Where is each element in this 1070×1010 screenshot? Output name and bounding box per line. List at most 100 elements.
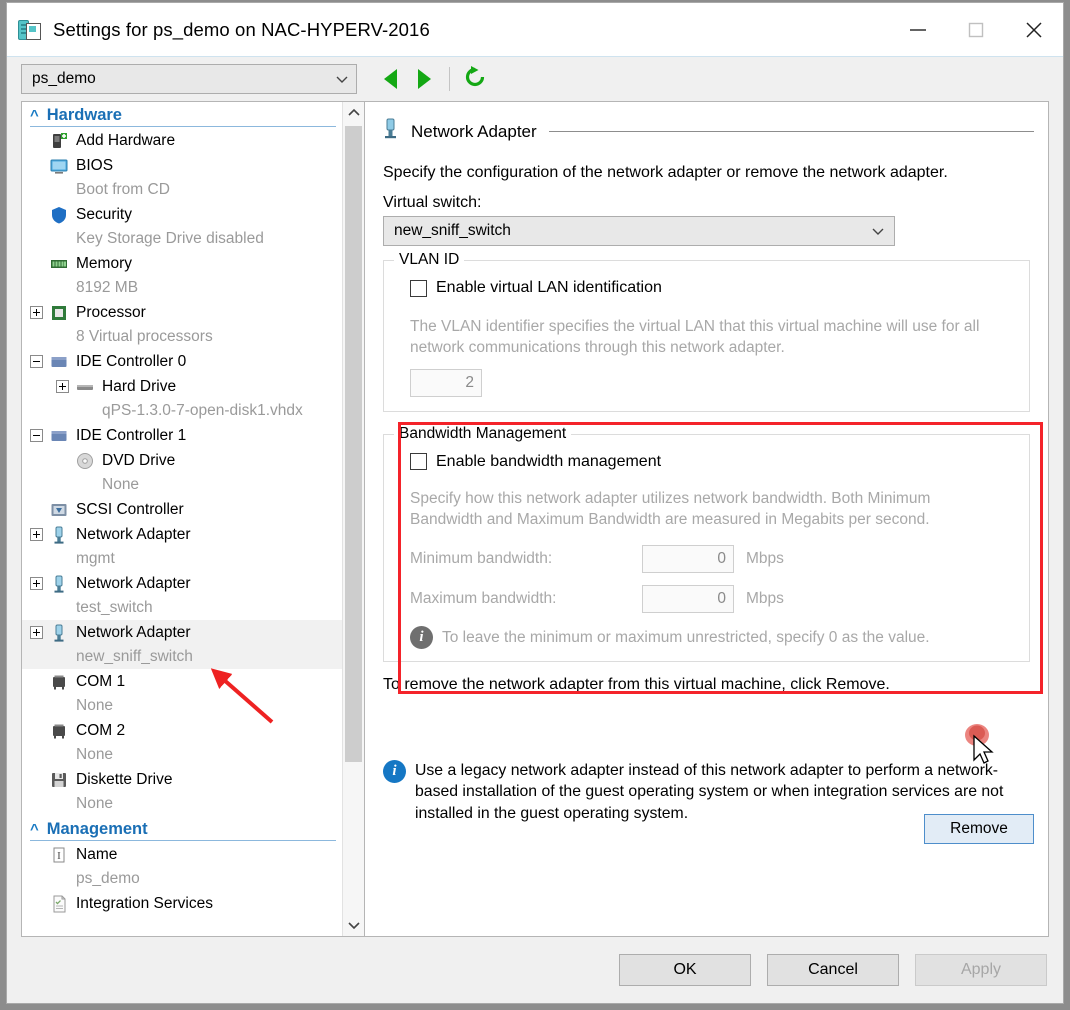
scrollbar-thumb[interactable] bbox=[345, 126, 362, 762]
tree-item-sublabel-row[interactable]: test_switch bbox=[22, 596, 342, 620]
tree-item-sublabel-row[interactable]: ps_demo bbox=[22, 867, 342, 891]
network-adapter-icon bbox=[379, 117, 401, 146]
expand-icon[interactable] bbox=[30, 528, 43, 541]
tree-item-add-hardware[interactable]: Add Hardware bbox=[22, 128, 342, 153]
vlan-id-input[interactable]: 2 bbox=[410, 369, 482, 397]
collapse-icon[interactable] bbox=[30, 355, 43, 368]
expand-icon[interactable] bbox=[30, 577, 43, 590]
tree-item-dvd-drive[interactable]: DVD Drive bbox=[22, 448, 342, 473]
toolbar-separator bbox=[449, 67, 450, 91]
titlebar-divider bbox=[7, 56, 1063, 57]
tree-item-name[interactable]: IName bbox=[22, 842, 342, 867]
tree-item-bios[interactable]: BIOS bbox=[22, 153, 342, 178]
close-button[interactable] bbox=[1005, 3, 1063, 57]
tree-item-sublabel: 8192 MB bbox=[76, 279, 138, 297]
minimum-bandwidth-value: 0 bbox=[717, 550, 726, 568]
vm-settings-icon bbox=[17, 17, 43, 43]
tree-item-memory[interactable]: Memory bbox=[22, 251, 342, 276]
tree-item-processor[interactable]: Processor bbox=[22, 300, 342, 325]
network-adapter-icon bbox=[49, 574, 69, 594]
tree-item-label: DVD Drive bbox=[102, 452, 175, 470]
remove-note: To remove the network adapter from this … bbox=[383, 676, 1034, 694]
pane-title: Network Adapter bbox=[411, 122, 537, 142]
enable-vlan-row[interactable]: Enable virtual LAN identification bbox=[410, 279, 1017, 297]
ok-button[interactable]: OK bbox=[619, 954, 751, 986]
hardware-tree[interactable]: ^Hardware Add Hardware BIOSBoot from CD Sec… bbox=[22, 102, 342, 936]
tree-item-sublabel-row[interactable]: None bbox=[22, 743, 342, 767]
cancel-button[interactable]: Cancel bbox=[767, 954, 899, 986]
tree-section-management[interactable]: ^Management bbox=[22, 816, 342, 842]
tree-item-label: Memory bbox=[76, 255, 132, 273]
tree-item-sublabel-row[interactable]: None bbox=[22, 473, 342, 497]
tree-item-sublabel: Key Storage Drive disabled bbox=[76, 230, 264, 248]
vlan-id-value: 2 bbox=[465, 374, 474, 392]
refresh-button[interactable] bbox=[458, 63, 492, 95]
tree-item-com-1[interactable]: COM 1 bbox=[22, 669, 342, 694]
tree-item-sublabel-row[interactable]: None bbox=[22, 694, 342, 718]
dialog-footer: OK Cancel Apply bbox=[7, 937, 1063, 1003]
maximum-bandwidth-value: 0 bbox=[717, 590, 726, 608]
tree-item-label: Add Hardware bbox=[76, 132, 175, 150]
scroll-down-button[interactable] bbox=[343, 914, 364, 936]
tree-item-label: Security bbox=[76, 206, 132, 224]
minimum-bandwidth-input[interactable]: 0 bbox=[642, 545, 734, 573]
name-icon: I bbox=[49, 845, 69, 865]
minimize-button[interactable] bbox=[889, 3, 947, 57]
tree-item-integration-services[interactable]: Integration Services bbox=[22, 891, 342, 916]
integration-services-icon bbox=[49, 894, 69, 914]
vm-selector-combobox[interactable]: ps_demo bbox=[21, 64, 357, 94]
chevron-down-icon bbox=[334, 71, 350, 87]
tree-item-com-2[interactable]: COM 2 bbox=[22, 718, 342, 743]
chevron-up-icon: ^ bbox=[30, 822, 39, 837]
enable-bandwidth-checkbox[interactable] bbox=[410, 453, 427, 470]
tree-item-network-adapter[interactable]: Network Adapter bbox=[22, 522, 342, 547]
tree-item-label: COM 2 bbox=[76, 722, 125, 740]
sidebar-scrollbar[interactable] bbox=[342, 102, 364, 936]
tree-item-sublabel-row[interactable]: new_sniff_switch bbox=[22, 645, 342, 669]
tree-item-sublabel-row[interactable]: 8192 MB bbox=[22, 276, 342, 300]
virtual-switch-combobox[interactable]: new_sniff_switch bbox=[383, 216, 895, 246]
scroll-up-button[interactable] bbox=[343, 102, 364, 124]
tree-item-sublabel-row[interactable]: None bbox=[22, 792, 342, 816]
tree-item-ide-controller-0[interactable]: IDE Controller 0 bbox=[22, 349, 342, 374]
tree-item-sublabel-row[interactable]: mgmt bbox=[22, 547, 342, 571]
tree-item-sublabel-row[interactable]: qPS-1.3.0-7-open-disk1.vhdx bbox=[22, 399, 342, 423]
tree-section-hardware[interactable]: ^Hardware bbox=[22, 102, 342, 128]
hardware-tree-panel: ^Hardware Add Hardware BIOSBoot from CD Sec… bbox=[21, 101, 365, 937]
chevron-down-icon bbox=[870, 223, 886, 239]
tree-item-sublabel-row[interactable]: Boot from CD bbox=[22, 178, 342, 202]
tree-item-security[interactable]: Security bbox=[22, 202, 342, 227]
tree-item-sublabel: qPS-1.3.0-7-open-disk1.vhdx bbox=[102, 402, 303, 420]
ok-label: OK bbox=[673, 961, 696, 979]
maximize-button[interactable] bbox=[947, 3, 1005, 57]
tree-item-network-adapter[interactable]: Network Adapter bbox=[22, 620, 342, 645]
bandwidth-note-row: i To leave the minimum or maximum unrest… bbox=[410, 626, 1017, 649]
chevron-up-icon: ^ bbox=[30, 108, 39, 123]
forward-button[interactable] bbox=[407, 63, 441, 95]
enable-vlan-checkbox[interactable] bbox=[410, 280, 427, 297]
back-button[interactable] bbox=[373, 63, 407, 95]
maximum-bandwidth-input[interactable]: 0 bbox=[642, 585, 734, 613]
section-rule bbox=[30, 126, 336, 127]
tree-item-sublabel-row[interactable]: Key Storage Drive disabled bbox=[22, 227, 342, 251]
collapse-icon[interactable] bbox=[30, 429, 43, 442]
bandwidth-group-title: Bandwidth Management bbox=[394, 425, 571, 443]
remove-button[interactable]: Remove bbox=[924, 814, 1034, 844]
memory-icon bbox=[49, 254, 69, 274]
expand-icon[interactable] bbox=[30, 306, 43, 319]
expand-icon[interactable] bbox=[56, 380, 69, 393]
tree-item-hard-drive[interactable]: Hard Drive bbox=[22, 374, 342, 399]
dvd-drive-icon bbox=[75, 451, 95, 471]
info-icon: i bbox=[383, 760, 406, 783]
enable-bandwidth-row[interactable]: Enable bandwidth management bbox=[410, 453, 1017, 471]
virtual-switch-label: Virtual switch: bbox=[383, 194, 1034, 212]
tree-item-scsi-controller[interactable]: SCSI Controller bbox=[22, 497, 342, 522]
tree-item-sublabel: None bbox=[102, 476, 139, 494]
tree-item-network-adapter[interactable]: Network Adapter bbox=[22, 571, 342, 596]
expand-icon[interactable] bbox=[30, 626, 43, 639]
tree-item-diskette-drive[interactable]: Diskette Drive bbox=[22, 767, 342, 792]
pane-header: Network Adapter bbox=[379, 117, 1034, 146]
tree-item-sublabel-row[interactable]: 8 Virtual processors bbox=[22, 325, 342, 349]
maximum-bandwidth-label: Maximum bandwidth: bbox=[410, 590, 642, 608]
tree-item-ide-controller-1[interactable]: IDE Controller 1 bbox=[22, 423, 342, 448]
